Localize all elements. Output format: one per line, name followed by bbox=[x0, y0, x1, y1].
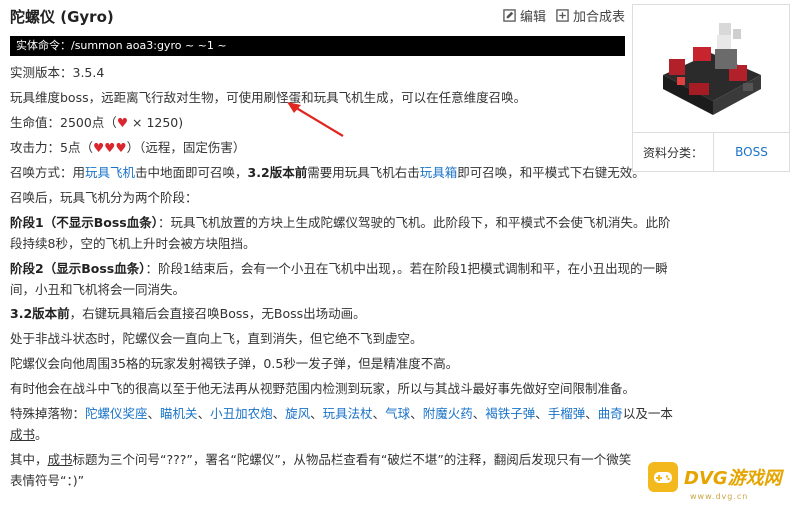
summon-text-d: 即可召唤，和平模式下右键无效。 bbox=[457, 165, 645, 180]
annotation-arrow-icon bbox=[287, 102, 344, 137]
attack-suffix: ）（远程，固定伤害） bbox=[126, 140, 246, 155]
final-text-c: 表情符号“：)” bbox=[10, 473, 85, 488]
hearts-icon: ♥♥♥ bbox=[92, 140, 127, 155]
drop-item-link[interactable]: 旋风 bbox=[285, 406, 310, 421]
watermark-subtext: www.dvg.cn bbox=[690, 492, 749, 501]
drop-item-link[interactable]: 曲奇 bbox=[598, 406, 623, 421]
intro-text: 玩具维度boss，远距离飞行敌对生物，可使用刷怪蛋和玩具飞机生成，可以在任意维度… bbox=[10, 90, 527, 105]
toy-plane-link[interactable]: 玩具飞机 bbox=[85, 165, 135, 180]
book-end: 。 bbox=[35, 427, 48, 442]
drop-item-link[interactable]: 气球 bbox=[385, 406, 410, 421]
drop-separator: 、 bbox=[585, 406, 598, 421]
drops-line: 特殊掉落物：陀螺仪奖座、瞄机关、小丑加农炮、旋风、玩具法杖、气球、附魔火药、褐铁… bbox=[10, 405, 673, 423]
hp-prefix: 生命值：2500点（ bbox=[10, 115, 117, 130]
edit-icon bbox=[503, 9, 516, 22]
infobox-row: 资料分类： BOSS bbox=[633, 133, 789, 171]
stage2-line-a: 阶段2（显示Boss血条）：阶段1结束后，会有一个小丑在飞机中出现，。若在阶段1… bbox=[10, 260, 668, 278]
after-summon-text: 召唤后，玩具飞机分为两个阶段： bbox=[10, 190, 198, 205]
watermark-text: DVG游戏网 bbox=[684, 468, 782, 489]
summon-text-b: 击中地面即可召唤， bbox=[135, 165, 248, 180]
drops-suffix: 以及一本 bbox=[622, 406, 673, 421]
watermark: DVG游戏网 bbox=[648, 462, 782, 492]
stage2-text-b: 间，小丑和飞机将会一同消失。 bbox=[10, 282, 186, 297]
stage1-text-a: ：玩具飞机放置的方块上生成陀螺仪驾驶的飞机。此阶段下，和平模式不会使飞机消失。此… bbox=[157, 215, 671, 230]
drop-item-link[interactable]: 褐铁子弹 bbox=[485, 406, 535, 421]
drops-prefix: 特殊掉落物： bbox=[10, 406, 86, 421]
drop-separator: 、 bbox=[272, 406, 286, 421]
highfly-text: 有时他会在战斗中飞的很高以至于他无法再从视野范围内检测到玩家，所以与其战斗最好事… bbox=[10, 381, 636, 396]
heart-icon: ♥ bbox=[116, 115, 129, 130]
gamepad-icon bbox=[648, 462, 678, 492]
summon-text-c: 需要用玩具飞机右击 bbox=[307, 165, 420, 180]
article-main: 陀螺仪 (Gyro) 编辑 加合成表 实体命令：/summon aoa3:gyr… bbox=[10, 0, 673, 508]
final-text-a: 其中， bbox=[10, 452, 48, 467]
attack-prefix: 攻击力：5点（ bbox=[10, 140, 93, 155]
v32-heading: 3.2版本前 bbox=[10, 306, 70, 321]
toy-box-link[interactable]: 玩具箱 bbox=[420, 165, 458, 180]
title-row: 陀螺仪 (Gyro) 编辑 加合成表 bbox=[10, 6, 625, 28]
drop-item-link[interactable]: 瞄机关 bbox=[160, 406, 198, 421]
v32-text: ，右键玩具箱后会直接召唤Boss，无Boss出场动画。 bbox=[69, 306, 366, 321]
infobox: 资料分类： BOSS bbox=[632, 4, 790, 172]
infobox-category-link[interactable]: BOSS bbox=[713, 133, 789, 171]
command-bar: 实体命令：/summon aoa3:gyro ~ ~1 ~ bbox=[10, 36, 625, 56]
summon-line: 召唤方式：用玩具飞机击中地面即可召唤，3.2版本前需要用玩具飞机右击玩具箱即可召… bbox=[10, 164, 645, 182]
add-box-icon bbox=[556, 9, 569, 22]
stage2-text-a: ：阶段1结束后，会有一个小丑在飞机中出现，。若在阶段1把模式调制和平，在小丑出现… bbox=[145, 261, 668, 276]
page-actions: 编辑 加合成表 bbox=[503, 6, 625, 25]
stage1-line-a: 阶段1（不显示Boss血条）：玩具飞机放置的方块上生成陀螺仪驾驶的飞机。此阶段下… bbox=[10, 214, 670, 232]
stage1-text-b: 段持续8秒，空的飞机上升时会被方块阻挡。 bbox=[10, 236, 256, 251]
book-link[interactable]: 成书 bbox=[10, 427, 35, 442]
infobox-label: 资料分类： bbox=[643, 145, 704, 160]
hp-line: 生命值：2500点（♥ × 1250) bbox=[10, 114, 183, 132]
hp-suffix: × 1250) bbox=[128, 115, 184, 130]
gyro-image bbox=[633, 5, 789, 133]
drop-separator: 、 bbox=[472, 406, 486, 421]
page-title: 陀螺仪 (Gyro) bbox=[10, 8, 114, 26]
version-text: 实测版本：3.5.4 bbox=[10, 65, 105, 80]
final-line-a: 其中，成书标题为三个问号“???”，署名“陀螺仪”，从物品栏查看有“破烂不堪”的… bbox=[10, 451, 631, 469]
drop-separator: 、 bbox=[535, 406, 548, 421]
book-line: 成书。 bbox=[10, 426, 48, 444]
drop-item-link[interactable]: 小丑加农炮 bbox=[210, 406, 273, 421]
drop-item-link[interactable]: 附魔火药 bbox=[423, 406, 473, 421]
attack-line: 攻击力：5点（♥♥♥）（远程，固定伤害） bbox=[10, 139, 245, 157]
summon-bold: 3.2版本前 bbox=[247, 165, 308, 180]
stage2-heading: 阶段2（显示Boss血条） bbox=[10, 261, 146, 276]
book-link-2[interactable]: 成书 bbox=[48, 452, 73, 467]
drop-separator: 、 bbox=[372, 406, 386, 421]
v32-line: 3.2版本前，右键玩具箱后会直接召唤Boss，无Boss出场动画。 bbox=[10, 305, 366, 323]
add-recipe-label: 加合成表 bbox=[572, 10, 625, 25]
stage1-heading: 阶段1（不显示Boss血条） bbox=[10, 215, 158, 230]
drop-item-link[interactable]: 玩具法杖 bbox=[323, 406, 373, 421]
final-text-b: 标题为三个问号“???”，署名“陀螺仪”，从物品栏查看有“破烂不堪”的注释，翻阅… bbox=[72, 452, 632, 467]
drop-separator: 、 bbox=[147, 406, 161, 421]
summon-text-a: 召唤方式：用 bbox=[10, 165, 86, 180]
edit-label: 编辑 bbox=[519, 10, 546, 25]
drop-item-link[interactable]: 陀螺仪奖座 bbox=[85, 406, 148, 421]
edit-button[interactable]: 编辑 bbox=[503, 6, 546, 25]
add-recipe-button[interactable]: 加合成表 bbox=[556, 6, 625, 25]
drops-list: 陀螺仪奖座、瞄机关、小丑加农炮、旋风、玩具法杖、气球、附魔火药、褐铁子弹、手榴弹… bbox=[85, 406, 623, 421]
drop-separator: 、 bbox=[410, 406, 423, 421]
drop-separator: 、 bbox=[310, 406, 323, 421]
nonbattle-text: 处于非战斗状态时，陀螺仪会一直向上飞，直到消失，但它绝不飞到虚空。 bbox=[10, 331, 423, 346]
drop-item-link[interactable]: 手榴弹 bbox=[548, 406, 586, 421]
gyro-figure-icon bbox=[663, 23, 761, 115]
shoot-text: 陀螺仪会向他周围35格的玩家发射褐铁子弹，0.5秒一发子弹，但是精准度不高。 bbox=[10, 356, 459, 371]
drop-separator: 、 bbox=[197, 406, 211, 421]
